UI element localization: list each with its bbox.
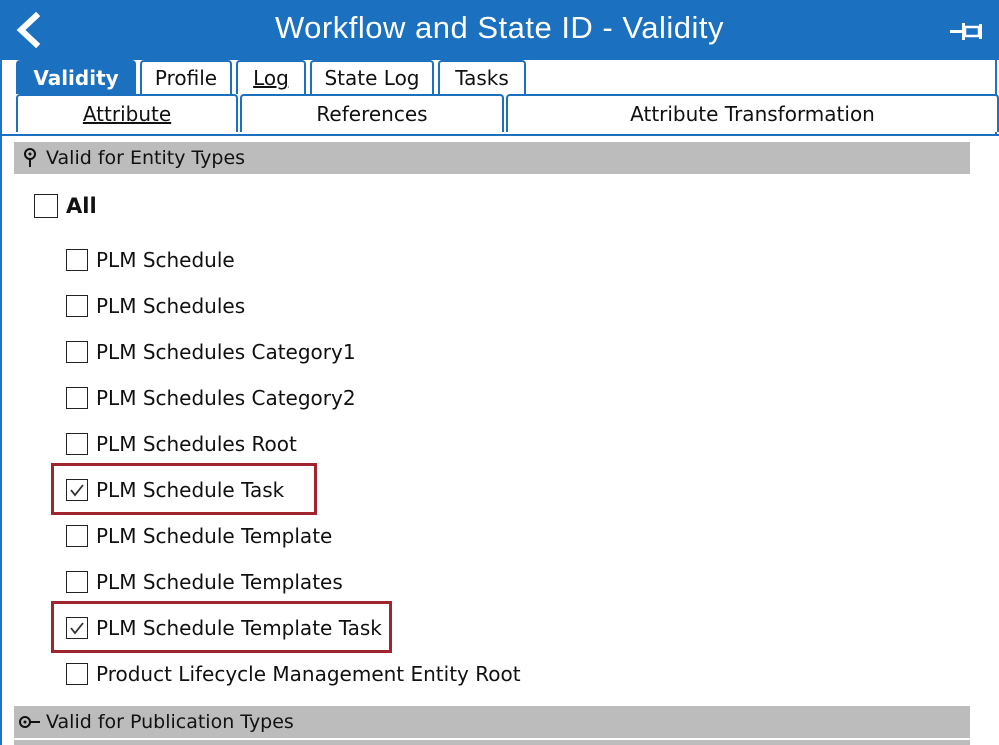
tab-tasks[interactable]: Tasks bbox=[438, 60, 526, 94]
checkbox-label: PLM Schedules Root bbox=[96, 432, 297, 456]
checkbox-label: PLM Schedules Category1 bbox=[96, 340, 356, 364]
checkbox-label: All bbox=[66, 194, 97, 218]
checkbox-label: Product Lifecycle Management Entity Root bbox=[96, 662, 521, 686]
entity-type-checkbox-row[interactable]: PLM Schedules Category2 bbox=[66, 386, 356, 410]
tab-profile[interactable]: Profile bbox=[140, 60, 232, 94]
tab-references[interactable]: References bbox=[240, 94, 504, 132]
tab-attribute-transformation[interactable]: Attribute Transformation bbox=[506, 94, 999, 132]
entity-type-checkbox-row[interactable]: PLM Schedule Template bbox=[66, 524, 332, 548]
entity-type-checkbox-row[interactable]: PLM Schedules Category1 bbox=[66, 340, 356, 364]
checkbox-label: PLM Schedule Templates bbox=[96, 570, 343, 594]
expanded-pin-icon bbox=[14, 147, 46, 169]
tab-attribute[interactable]: Attribute bbox=[16, 94, 238, 132]
entity-type-checkbox-row[interactable]: PLM Schedule Templates bbox=[66, 570, 343, 594]
collapsed-pin-icon bbox=[14, 714, 46, 730]
checkbox-label: PLM Schedules bbox=[96, 294, 246, 318]
checkbox[interactable] bbox=[34, 194, 58, 218]
tab-state-log[interactable]: State Log bbox=[310, 60, 434, 94]
checkbox[interactable] bbox=[66, 433, 88, 455]
checkbox[interactable] bbox=[66, 663, 88, 685]
tab-validity[interactable]: Validity bbox=[16, 60, 136, 94]
checkbox[interactable] bbox=[66, 295, 88, 317]
pin-icon bbox=[950, 23, 982, 40]
checkbox[interactable] bbox=[66, 387, 88, 409]
checkbox-label: PLM Schedule Template bbox=[96, 524, 333, 548]
group-header-entity-types[interactable]: Valid for Entity Types bbox=[14, 142, 970, 174]
title-bar: Workflow and State ID - Validity bbox=[0, 0, 999, 60]
highlight-annotation-box bbox=[51, 601, 392, 653]
tab-attribute-transformation-label: Attribute Transformation bbox=[630, 102, 875, 126]
next-group-header-partial bbox=[14, 740, 970, 745]
checkbox[interactable] bbox=[66, 249, 88, 271]
window-title: Workflow and State ID - Validity bbox=[274, 10, 725, 45]
entity-type-checkbox-row[interactable]: Product Lifecycle Management Entity Root bbox=[66, 662, 521, 686]
tab-log[interactable]: Log bbox=[236, 60, 306, 94]
group-label: Valid for Entity Types bbox=[46, 147, 246, 169]
validity-panel: Valid for Entity Types All PLM Schedule P… bbox=[0, 136, 999, 745]
checkbox[interactable] bbox=[66, 341, 88, 363]
entity-type-checkbox-row[interactable]: PLM Schedule bbox=[66, 248, 235, 272]
secondary-tab-row: Attribute References Attribute Transform… bbox=[0, 94, 999, 136]
group-label: Valid for Publication Types bbox=[46, 711, 294, 733]
group-header-publication-types[interactable]: Valid for Publication Types bbox=[14, 706, 970, 738]
checkbox[interactable] bbox=[66, 571, 88, 593]
entity-type-checkbox-row[interactable]: PLM Schedules bbox=[66, 294, 245, 318]
checkbox-all[interactable]: All bbox=[34, 194, 97, 218]
checkbox[interactable] bbox=[66, 525, 88, 547]
checkbox-label: PLM Schedule bbox=[96, 248, 235, 272]
checkbox-label: PLM Schedules Category2 bbox=[96, 386, 356, 410]
scrollbar[interactable] bbox=[970, 136, 997, 745]
highlight-annotation-box bbox=[51, 463, 317, 515]
tab-attribute-label: Attribute bbox=[82, 102, 172, 126]
tab-references-label: References bbox=[316, 102, 428, 126]
pin-button[interactable] bbox=[950, 20, 990, 42]
entity-type-checkbox-row[interactable]: PLM Schedules Root bbox=[66, 432, 297, 456]
